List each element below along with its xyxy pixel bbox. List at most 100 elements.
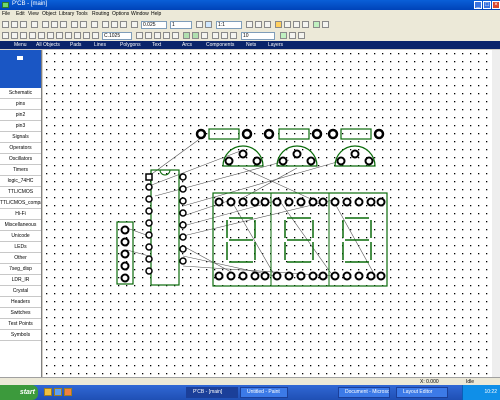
pcb-canvas[interactable]	[43, 50, 492, 377]
sidebar-item[interactable]: Operators	[0, 143, 41, 154]
vertical-scrollbar[interactable]	[492, 50, 500, 377]
via-icon[interactable]	[83, 32, 90, 39]
sidebar-item[interactable]: Crystal	[0, 286, 41, 297]
undo-icon[interactable]	[71, 21, 78, 28]
polygon-icon[interactable]	[56, 32, 63, 39]
step-icon[interactable]	[192, 32, 199, 39]
grid-icon[interactable]	[131, 21, 138, 28]
highlight-icon[interactable]	[275, 21, 282, 28]
tab-components[interactable]: Components	[206, 42, 234, 48]
cut-icon[interactable]	[42, 21, 49, 28]
maximize-button[interactable]: □	[483, 1, 491, 9]
ungroup-icon[interactable]	[172, 32, 179, 39]
tab-pads[interactable]: Pads	[70, 42, 81, 48]
rotate-icon[interactable]	[136, 32, 143, 39]
menu-item[interactable]: Routing	[92, 11, 109, 17]
zoom-combo[interactable]: 1:1	[216, 21, 242, 29]
sidebar-item[interactable]: Other	[0, 253, 41, 264]
menu-item[interactable]: Tools	[76, 11, 88, 17]
tab-layers[interactable]: Layers	[268, 42, 283, 48]
export-icon[interactable]	[289, 32, 296, 39]
sidebar-item[interactable]: Hi-Fi	[0, 209, 41, 220]
check-icon[interactable]	[280, 32, 287, 39]
task-button[interactable]: Layout Editor	[396, 387, 448, 398]
close-button[interactable]: ×	[492, 1, 500, 9]
pad-combo[interactable]: C.1025	[102, 32, 132, 40]
text-icon[interactable]	[74, 32, 81, 39]
mirror-icon[interactable]	[145, 32, 152, 39]
sidebar-item[interactable]: pins	[0, 99, 41, 110]
layer-visible-icon[interactable]	[205, 21, 212, 28]
zoom-fit-icon[interactable]	[120, 21, 127, 28]
sidebar-item[interactable]: Miscellaneous	[0, 220, 41, 231]
sidebar-item[interactable]: Schematic	[0, 88, 41, 99]
tab-lines[interactable]: Lines	[94, 42, 106, 48]
menu-item[interactable]: Help	[151, 11, 161, 17]
sidebar-item[interactable]: Unicode	[0, 231, 41, 242]
new-icon[interactable]	[2, 21, 9, 28]
ratsnest-icon[interactable]	[302, 21, 309, 28]
measure-icon[interactable]	[264, 21, 271, 28]
sidebar-item[interactable]: LDR_IR	[0, 275, 41, 286]
task-button[interactable]: Document - Microsoft Word	[338, 387, 390, 398]
print-icon[interactable]	[31, 21, 38, 28]
task-button[interactable]: P'CB - [main]	[186, 387, 238, 398]
tab-menu[interactable]: Menu	[14, 42, 27, 48]
layer-icon[interactable]	[196, 21, 203, 28]
menu-item[interactable]: Window	[131, 11, 149, 17]
wire-icon[interactable]	[11, 32, 18, 39]
menu-item[interactable]: Options	[112, 11, 129, 17]
quicklaunch-icon[interactable]	[64, 388, 72, 396]
copy-icon[interactable]	[51, 21, 58, 28]
play-icon[interactable]	[183, 32, 190, 39]
sidebar-item[interactable]: logic_74HC	[0, 176, 41, 187]
circle-icon[interactable]	[38, 32, 45, 39]
menu-item[interactable]: Library	[59, 11, 74, 17]
sidebar-item[interactable]: Symbols	[0, 330, 41, 341]
select-icon[interactable]	[2, 32, 9, 39]
grid-combo[interactable]: 0.025	[141, 21, 167, 29]
menu-item[interactable]: View	[28, 11, 39, 17]
save-icon[interactable]	[20, 21, 27, 28]
width-combo[interactable]: 10	[241, 32, 275, 40]
sidebar-item[interactable]: pin2	[0, 110, 41, 121]
menu-item[interactable]: Edit	[16, 11, 25, 17]
run-icon[interactable]	[313, 21, 320, 28]
task-button[interactable]: Untitled - Paint	[240, 387, 288, 398]
sidebar-item[interactable]: Oscillators	[0, 154, 41, 165]
hand-icon[interactable]	[255, 21, 262, 28]
delete-icon[interactable]	[91, 21, 98, 28]
sidebar-item[interactable]: Timers	[0, 165, 41, 176]
sidebar-item[interactable]: TTL/CMOS	[0, 187, 41, 198]
tab-all-objects[interactable]: All Objects	[36, 42, 60, 48]
drc-icon[interactable]	[293, 21, 300, 28]
sidebar-item[interactable]: TTL/CMOS_comparators	[0, 198, 41, 209]
minimize-button[interactable]: _	[474, 1, 482, 9]
sidebar-item[interactable]: Signals	[0, 132, 41, 143]
tab-text[interactable]: Text	[152, 42, 161, 48]
menu-item[interactable]: File	[2, 11, 10, 17]
menu-item[interactable]: Object	[42, 11, 56, 17]
route-icon[interactable]	[284, 21, 291, 28]
tab-polygons[interactable]: Polygons	[120, 42, 141, 48]
collapse-icon[interactable]	[17, 56, 23, 60]
sidebar-item[interactable]: LEDs	[0, 242, 41, 253]
zoom-in-icon[interactable]	[102, 21, 109, 28]
sidebar-item[interactable]: Switches	[0, 308, 41, 319]
align-icon[interactable]	[154, 32, 161, 39]
layers-icon[interactable]	[221, 32, 228, 39]
sidebar-item[interactable]: Headers	[0, 297, 41, 308]
redo-icon[interactable]	[80, 21, 87, 28]
arc-icon[interactable]	[47, 32, 54, 39]
rect-icon[interactable]	[29, 32, 36, 39]
netlist-icon[interactable]	[230, 32, 237, 39]
stop-icon[interactable]	[201, 32, 208, 39]
line-icon[interactable]	[20, 32, 27, 39]
layer-combo[interactable]: 1	[170, 21, 192, 29]
open-icon[interactable]	[11, 21, 18, 28]
group-icon[interactable]	[163, 32, 170, 39]
tab-arcs[interactable]: Arcs	[182, 42, 192, 48]
quicklaunch-icon[interactable]	[44, 388, 52, 396]
sidebar-item[interactable]: Test Points	[0, 319, 41, 330]
settings-icon[interactable]	[322, 21, 329, 28]
